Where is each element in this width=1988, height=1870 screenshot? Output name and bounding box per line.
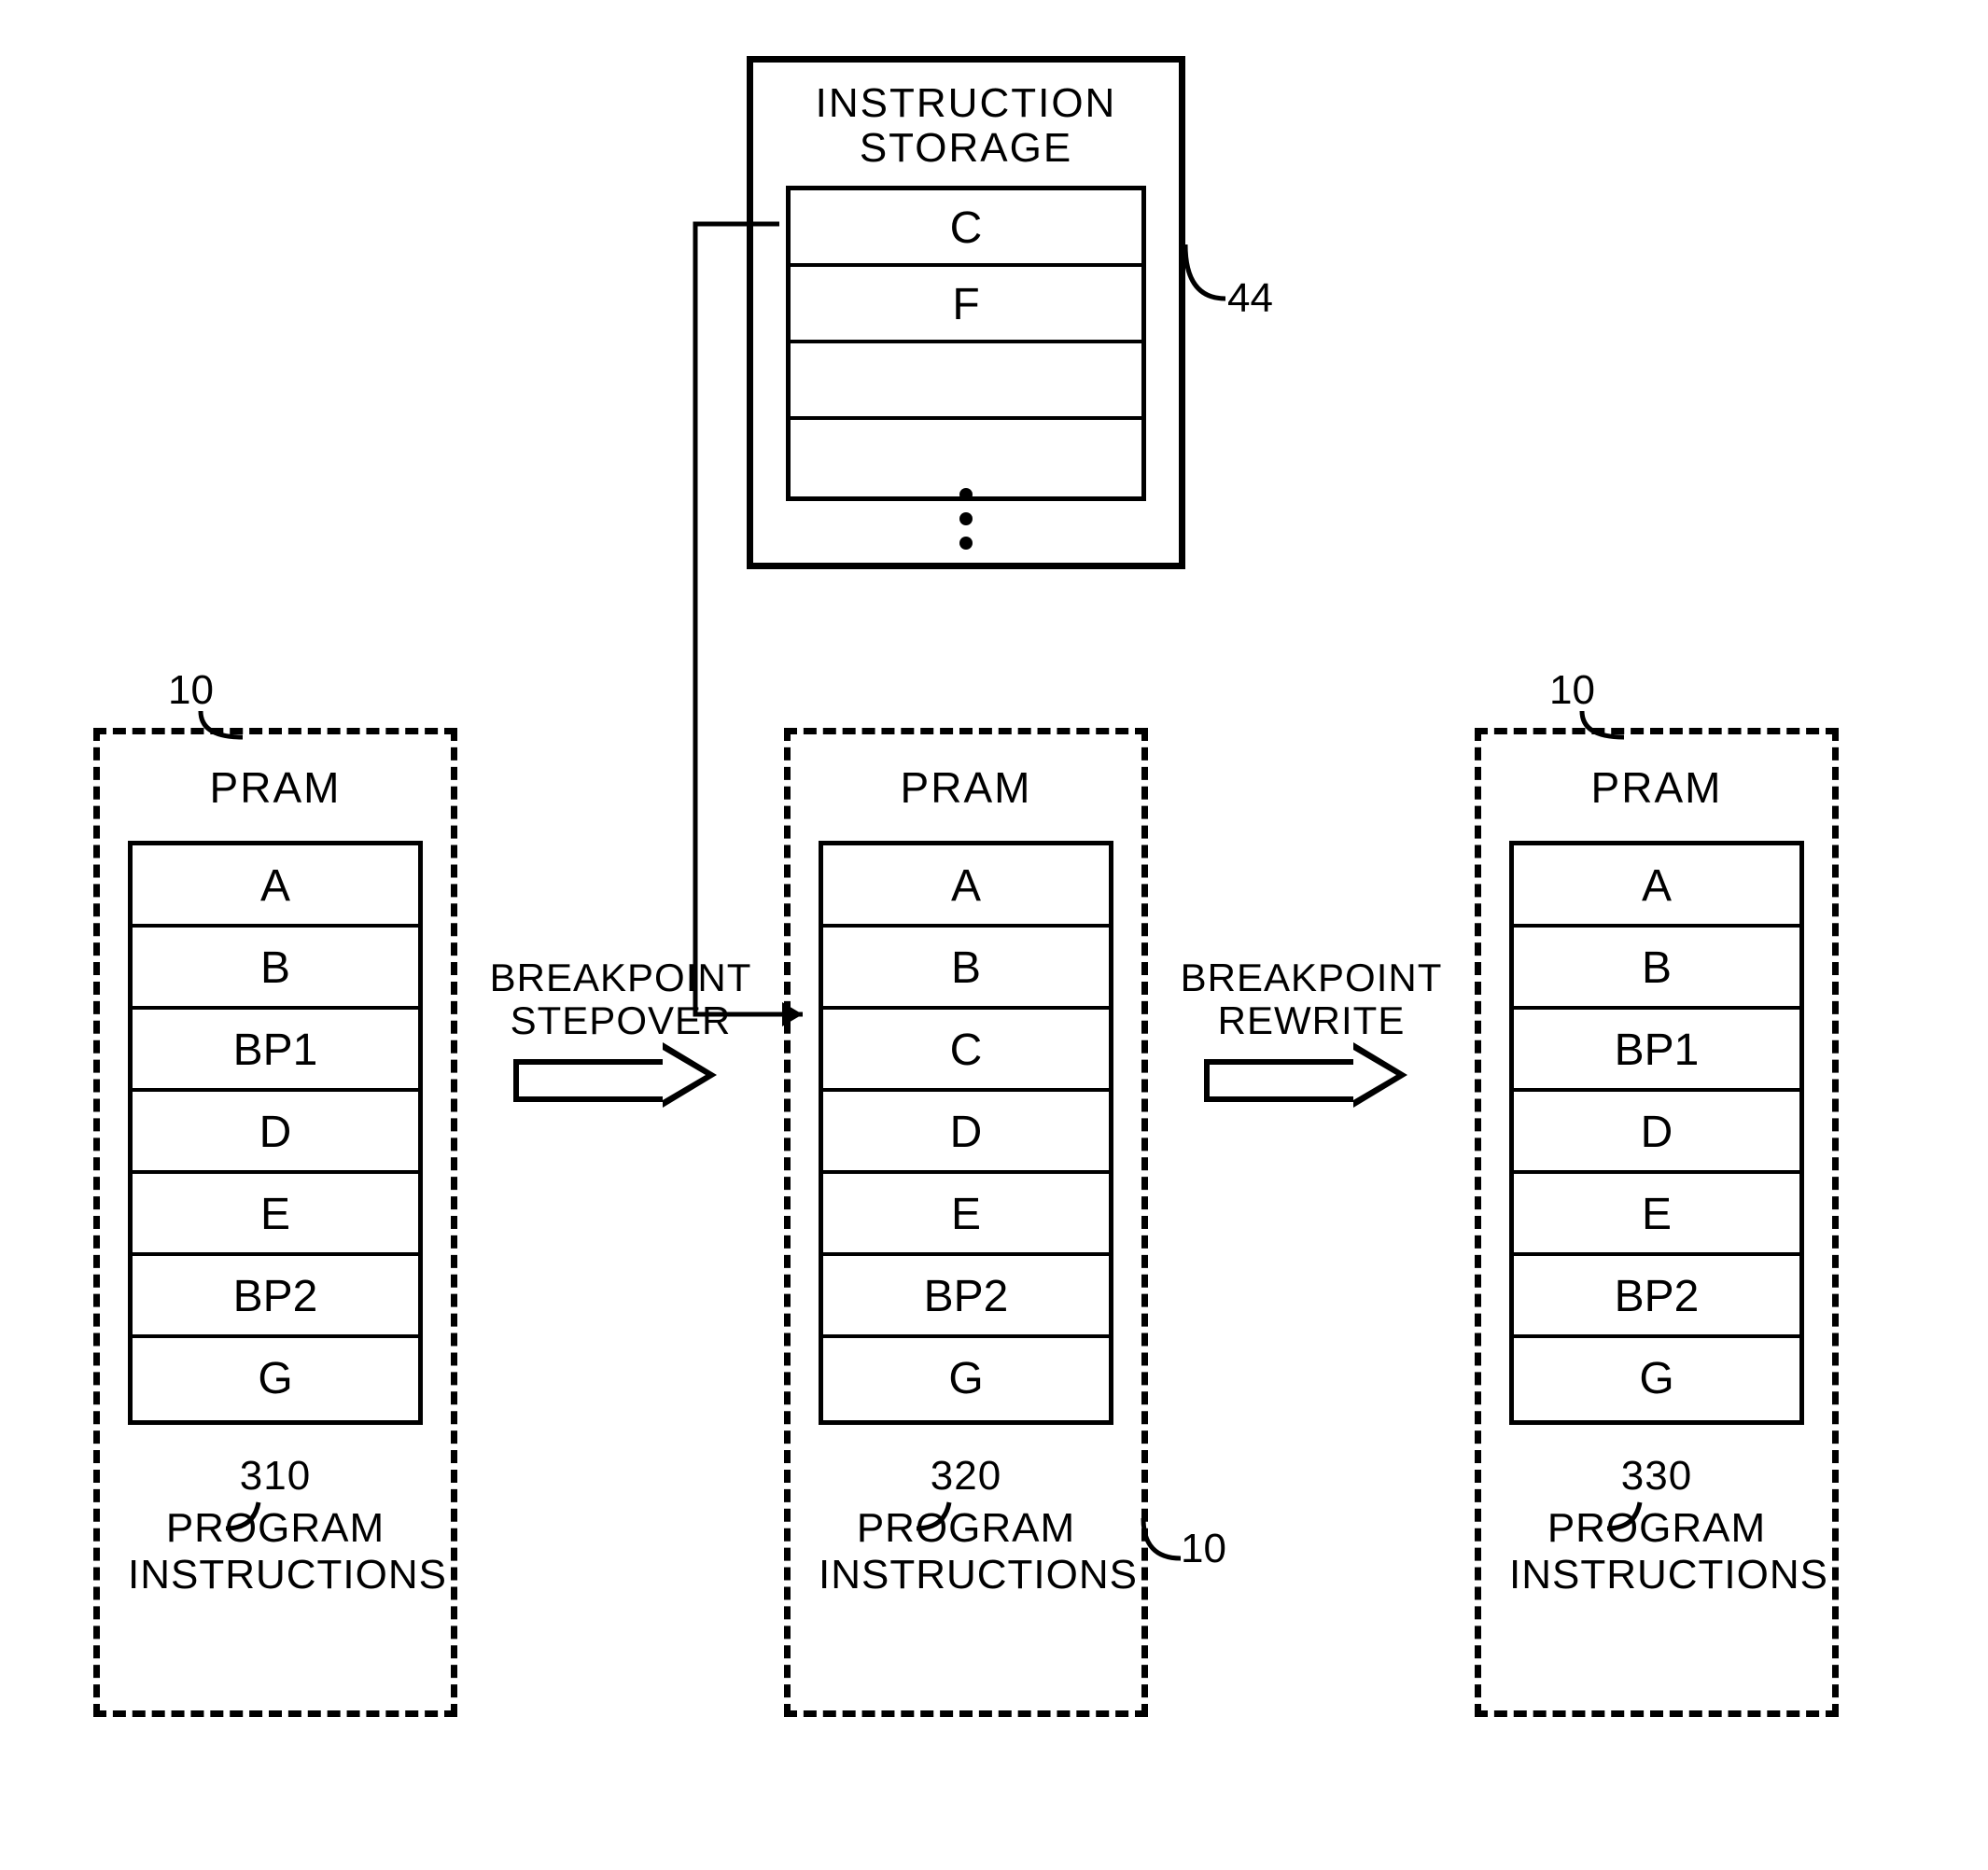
- tick-connector: [221, 1500, 287, 1533]
- ref-10-label: 10: [168, 667, 214, 714]
- dot-icon: [959, 488, 973, 501]
- pram-table: A B C D E BP2 G: [819, 841, 1113, 1425]
- transition-label: BREAKPOINT STEPOVER: [457, 956, 784, 1042]
- pram-title: PRAM: [1509, 762, 1804, 813]
- ref-44-connector: [1183, 243, 1239, 317]
- pram-cell: BP2: [823, 1256, 1109, 1338]
- pram-cell: BP2: [133, 1256, 418, 1338]
- pram-cell: D: [823, 1092, 1109, 1174]
- storage-cell: [791, 420, 1141, 496]
- ref-10-connector-1: [196, 709, 252, 747]
- pram-caption-l2: INSTRUCTIONS: [819, 1552, 1138, 1598]
- pram-ref-num: 320: [819, 1453, 1113, 1500]
- pram-cell: BP1: [133, 1010, 418, 1092]
- instruction-storage-table: C F: [786, 186, 1146, 501]
- storage-cell: C: [791, 190, 1141, 267]
- transition-label-l1: BREAKPOINT: [490, 956, 752, 999]
- pram-title: PRAM: [819, 762, 1113, 813]
- dot-icon: [959, 537, 973, 550]
- pram-cell: D: [1514, 1092, 1799, 1174]
- ref-10-label: 10: [1549, 667, 1595, 714]
- pram-cell: D: [133, 1092, 418, 1174]
- pram-table: A B BP1 D E BP2 G: [1509, 841, 1804, 1425]
- transition-rewrite: BREAKPOINT REWRITE: [1148, 956, 1475, 1098]
- pram-cell: A: [133, 845, 418, 928]
- pram-cell: B: [133, 928, 418, 1010]
- pram-cell: B: [823, 928, 1109, 1010]
- transition-label-l1: BREAKPOINT: [1181, 956, 1443, 999]
- pram-ref-num: 310: [128, 1453, 423, 1500]
- pram-cell: E: [133, 1174, 418, 1256]
- pram-cell: G: [823, 1338, 1109, 1420]
- pram-cell: BP1: [1514, 1010, 1799, 1092]
- transition-label: BREAKPOINT REWRITE: [1148, 956, 1475, 1042]
- pram-box-320: PRAM A B C D E BP2 G 320 PROGRAM INSTRUC…: [784, 728, 1148, 1717]
- pram-cell: C: [823, 1010, 1109, 1092]
- pram-cell: A: [823, 845, 1109, 928]
- tick-connector: [912, 1500, 977, 1533]
- pram-cell: G: [133, 1338, 418, 1420]
- vertical-ellipsis: [959, 488, 973, 550]
- transition-label-l2: REWRITE: [1218, 998, 1406, 1042]
- pram-cell: B: [1514, 928, 1799, 1010]
- pram-box-310: PRAM A B BP1 D E BP2 G 310 PROGRAM INSTR…: [93, 728, 457, 1717]
- pram-title: PRAM: [128, 762, 423, 813]
- instruction-storage-title: INSTRUCTION STORAGE: [786, 81, 1146, 172]
- instruction-storage-title-l1: INSTRUCTION: [816, 80, 1117, 126]
- ref-10-connector-3: [1577, 709, 1633, 747]
- arrow-right-icon: [1204, 1052, 1419, 1098]
- pram-cell: E: [823, 1174, 1109, 1256]
- transition-stepover: BREAKPOINT STEPOVER: [457, 956, 784, 1098]
- storage-cell: F: [791, 267, 1141, 343]
- pram-cell: E: [1514, 1174, 1799, 1256]
- pram-cell: G: [1514, 1338, 1799, 1420]
- dot-icon: [959, 512, 973, 525]
- pram-caption-l2: INSTRUCTIONS: [1509, 1552, 1828, 1598]
- pram-cell: A: [1514, 845, 1799, 928]
- tick-connector: [1603, 1500, 1668, 1533]
- transition-label-l2: STEPOVER: [511, 998, 732, 1042]
- pram-table: A B BP1 D E BP2 G: [128, 841, 423, 1425]
- pram-caption-l2: INSTRUCTIONS: [128, 1552, 447, 1598]
- instruction-storage-title-l2: STORAGE: [860, 125, 1072, 171]
- storage-cell: [791, 343, 1141, 420]
- pram-box-330: PRAM A B BP1 D E BP2 G 330 PROGRAM INSTR…: [1475, 728, 1839, 1717]
- diagram-root: INSTRUCTION STORAGE C F 44 PRAM A B BP1 …: [93, 56, 1895, 1810]
- pram-ref-num: 330: [1509, 1453, 1804, 1500]
- ref-10-connector-2: [1139, 1516, 1195, 1572]
- arrow-right-icon: [513, 1052, 728, 1098]
- pram-cell: BP2: [1514, 1256, 1799, 1338]
